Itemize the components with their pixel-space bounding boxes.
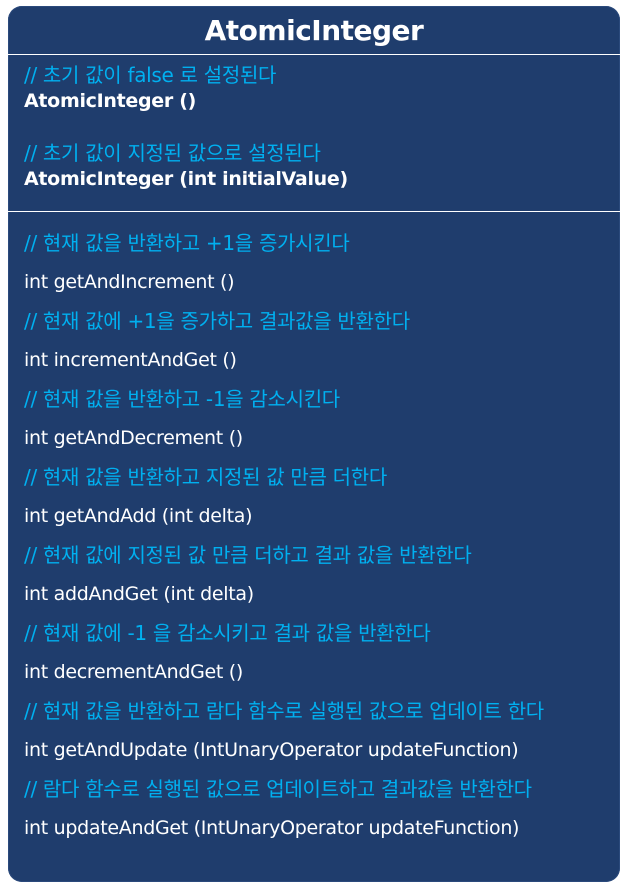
method-comment: // 현재 값을 반환하고 람다 함수로 실행된 값으로 업데이트 한다 xyxy=(24,699,544,723)
section-divider xyxy=(8,211,620,212)
header-divider xyxy=(8,54,620,55)
method-comment: // 현재 값에 -1 을 감소시키고 결과 값을 반환한다 xyxy=(24,621,431,645)
constructor-comment: // 초기 값이 지정된 값으로 설정된다 xyxy=(24,141,321,165)
method-comment: // 현재 값을 반환하고 지정된 값 만큼 더한다 xyxy=(24,465,387,489)
method-comment: // 현재 값에 +1을 증가하고 결과값을 반환한다 xyxy=(24,309,410,333)
method-item: // 현재 값에 지정된 값 만큼 더하고 결과 값을 반환한다 int add… xyxy=(24,536,609,614)
method-comment: // 현재 값에 지정된 값 만큼 더하고 결과 값을 반환한다 xyxy=(24,543,472,567)
method-signature: int getAndDecrement () xyxy=(24,427,243,449)
method-signature: int incrementAndGet () xyxy=(24,349,237,371)
constructor-item: // 초기 값이 지정된 값으로 설정된다 AtomicInteger (int… xyxy=(24,140,609,218)
method-comment: // 현재 값을 반환하고 +1을 증가시킨다 xyxy=(24,231,350,255)
constructor-comment: // 초기 값이 false 로 설정된다 xyxy=(24,63,277,87)
constructor-signature: AtomicInteger (int initialValue) xyxy=(24,168,348,190)
constructor-item: // 초기 값이 false 로 설정된다 AtomicInteger () xyxy=(24,62,609,140)
methods-section: // 현재 값을 반환하고 +1을 증가시킨다 int getAndIncrem… xyxy=(24,224,609,848)
method-signature: int getAndAdd (int delta) xyxy=(24,505,253,527)
method-item: // 현재 값을 반환하고 람다 함수로 실행된 값으로 업데이트 한다 int… xyxy=(24,692,609,770)
method-signature: int updateAndGet (IntUnaryOperator updat… xyxy=(24,817,520,839)
method-signature: int getAndUpdate (IntUnaryOperator updat… xyxy=(24,739,519,761)
method-signature: int getAndIncrement () xyxy=(24,271,235,293)
method-item: // 현재 값을 반환하고 -1을 감소시킨다 int getAndDecrem… xyxy=(24,380,609,458)
method-item: // 현재 값에 +1을 증가하고 결과값을 반환한다 int incremen… xyxy=(24,302,609,380)
method-signature: int decrementAndGet () xyxy=(24,661,244,683)
method-item: // 현재 값을 반환하고 지정된 값 만큼 더한다 int getAndAdd… xyxy=(24,458,609,536)
constructor-signature: AtomicInteger () xyxy=(24,90,197,112)
method-item: // 람다 함수로 실행된 값으로 업데이트하고 결과값을 반환한다 int u… xyxy=(24,770,609,848)
method-item: // 현재 값에 -1 을 감소시키고 결과 값을 반환한다 int decre… xyxy=(24,614,609,692)
method-signature: int addAndGet (int delta) xyxy=(24,583,254,605)
method-comment: // 람다 함수로 실행된 값으로 업데이트하고 결과값을 반환한다 xyxy=(24,777,532,801)
constructors-section: // 초기 값이 false 로 설정된다 AtomicInteger () /… xyxy=(24,62,609,218)
class-diagram-box: AtomicInteger // 초기 값이 false 로 설정된다 Atom… xyxy=(8,6,620,882)
method-item: // 현재 값을 반환하고 +1을 증가시킨다 int getAndIncrem… xyxy=(24,224,609,302)
class-name-header: AtomicInteger xyxy=(204,13,424,47)
method-comment: // 현재 값을 반환하고 -1을 감소시킨다 xyxy=(24,387,340,411)
